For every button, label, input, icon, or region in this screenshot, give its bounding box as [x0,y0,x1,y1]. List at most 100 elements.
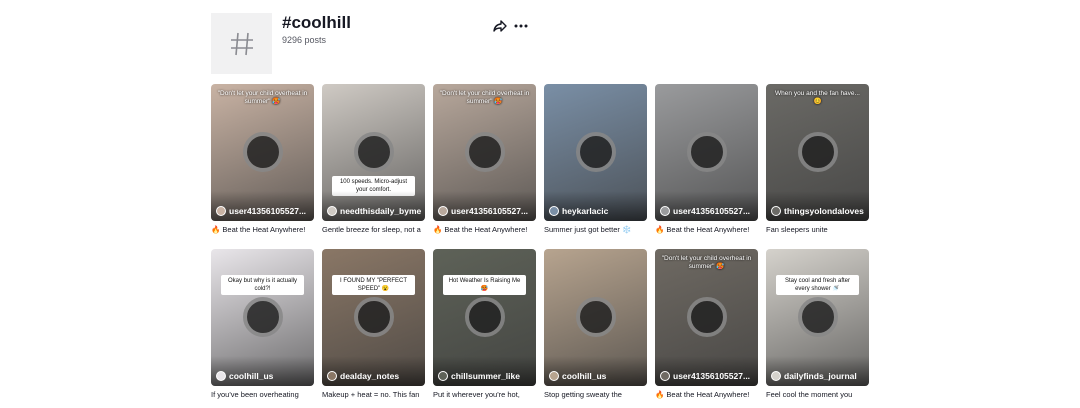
username: chillsummer_like [451,371,520,381]
fan-product-image [354,297,394,337]
hashtag-avatar [211,13,272,74]
username: user41356105527... [229,206,307,216]
video-thumbnail[interactable]: Hot Weather Is Raising Me 🥵 chillsummer_l… [433,249,536,386]
username: coolhill_us [229,371,274,381]
fan-product-image [576,297,616,337]
video-card[interactable]: Okay but why is it actually cold?! coolhi… [211,249,314,400]
video-description[interactable]: Feel cool the moment you [766,390,869,400]
video-description[interactable]: Stop getting sweaty the [544,390,647,400]
hashtag-icon [230,32,253,55]
username: user41356105527... [673,371,751,381]
video-description[interactable]: 🔥 Beat the Heat Anywhere! [433,225,536,235]
video-author[interactable]: coolhill_us [216,371,311,381]
more-options-button[interactable] [513,18,529,34]
avatar [549,206,559,216]
video-description[interactable]: Summer just got better ❄️ [544,225,647,235]
fan-product-image [687,132,727,172]
username: coolhill_us [562,371,607,381]
fan-product-image [798,132,838,172]
video-author[interactable]: user41356105527... [438,206,533,216]
avatar [660,371,670,381]
video-author[interactable]: user41356105527... [660,371,755,381]
fan-product-image [798,297,838,337]
video-card[interactable]: heykarlacic Summer just got better ❄️ [544,84,647,235]
more-icon [514,24,528,28]
avatar [216,371,226,381]
video-card[interactable]: "Don't let your child overheat in summer… [211,84,314,235]
video-overlay-text: "Don't let your child overheat in summer… [217,90,308,105]
video-thumbnail[interactable]: user41356105527... [655,84,758,221]
video-description[interactable]: 🔥 Beat the Heat Anywhere! [211,225,314,235]
video-card[interactable]: I FOUND MY "PERFECT SPEED" 😮 dealday_note… [322,249,425,400]
video-description[interactable]: Gentle breeze for sleep, not a [322,225,425,235]
fan-product-image [687,297,727,337]
video-author[interactable]: user41356105527... [660,206,755,216]
video-thumbnail[interactable]: "Don't let your child overheat in summer… [433,84,536,221]
video-thumbnail[interactable]: When you and the fan have... 😊 thingsyolo… [766,84,869,221]
video-thumbnail[interactable]: Okay but why is it actually cold?! coolhi… [211,249,314,386]
avatar [771,206,781,216]
video-author[interactable]: user41356105527... [216,206,311,216]
share-button[interactable] [492,18,508,34]
video-thumbnail[interactable]: coolhill_us [544,249,647,386]
video-author[interactable]: heykarlacic [549,206,644,216]
fan-product-image [465,297,505,337]
video-author[interactable]: needthisdaily_byme [327,206,422,216]
page-title: #coolhill [282,13,351,32]
video-thumbnail[interactable]: Stay cool and fresh after every shower 🚿… [766,249,869,386]
post-count: 9296 posts [282,35,327,45]
video-card[interactable]: Hot Weather Is Raising Me 🥵 chillsummer_l… [433,249,536,400]
video-thumbnail[interactable]: "Don't let your child overheat in summer… [211,84,314,221]
avatar [327,371,337,381]
avatar [660,206,670,216]
avatar [216,206,226,216]
video-card[interactable]: When you and the fan have... 😊 thingsyolo… [766,84,869,235]
fan-product-image [243,297,283,337]
avatar [327,206,337,216]
share-icon [493,20,507,32]
avatar [438,371,448,381]
video-description[interactable]: If you've been overheating [211,390,314,400]
video-overlay-text: Okay but why is it actually cold?! [221,275,304,295]
video-overlay-text: Hot Weather Is Raising Me 🥵 [443,275,526,295]
avatar [549,371,559,381]
username: dealday_notes [340,371,400,381]
video-author[interactable]: coolhill_us [549,371,644,381]
video-thumbnail[interactable]: "Don't let your child overheat in summer… [655,249,758,386]
video-thumbnail[interactable]: heykarlacic [544,84,647,221]
video-description[interactable]: Put it wherever you're hot, [433,390,536,400]
video-card[interactable]: Stay cool and fresh after every shower 🚿… [766,249,869,400]
avatar [438,206,448,216]
video-card[interactable]: coolhill_us Stop getting sweaty the [544,249,647,400]
video-author[interactable]: dealday_notes [327,371,422,381]
video-thumbnail[interactable]: I FOUND MY "PERFECT SPEED" 😮 dealday_note… [322,249,425,386]
fan-product-image [465,132,505,172]
fan-product-image [243,132,283,172]
fan-product-image [576,132,616,172]
video-description[interactable]: 🔥 Beat the Heat Anywhere! [655,390,758,400]
avatar [771,371,781,381]
username: thingsyolondaloves [784,206,864,216]
video-author[interactable]: thingsyolondaloves [771,206,866,216]
video-description[interactable]: 🔥 Beat the Heat Anywhere! [655,225,758,235]
video-card[interactable]: "Don't let your child overheat in summer… [655,249,758,400]
video-card[interactable]: 100 speeds. Micro-adjust your comfort. ne… [322,84,425,235]
username: heykarlacic [562,206,609,216]
video-card[interactable]: "Don't let your child overheat in summer… [433,84,536,235]
username: user41356105527... [673,206,751,216]
username: dailyfinds_journal [784,371,857,381]
video-author[interactable]: chillsummer_like [438,371,533,381]
video-description[interactable]: Makeup + heat = no. This fan [322,390,425,400]
video-overlay-text: "Don't let your child overheat in summer… [439,90,530,105]
username: needthisdaily_byme [340,206,422,216]
video-overlay-text: I FOUND MY "PERFECT SPEED" 😮 [332,275,415,295]
video-overlay-text: "Don't let your child overheat in summer… [661,255,752,270]
video-author[interactable]: dailyfinds_journal [771,371,866,381]
video-card[interactable]: user41356105527... 🔥 Beat the Heat Anywhe… [655,84,758,235]
video-thumbnail[interactable]: 100 speeds. Micro-adjust your comfort. ne… [322,84,425,221]
username: user41356105527... [451,206,529,216]
fan-product-image [354,132,394,172]
video-overlay-text: Stay cool and fresh after every shower 🚿 [776,275,859,295]
video-description[interactable]: Fan sleepers unite [766,225,869,235]
video-overlay-text: When you and the fan have... 😊 [775,90,860,105]
